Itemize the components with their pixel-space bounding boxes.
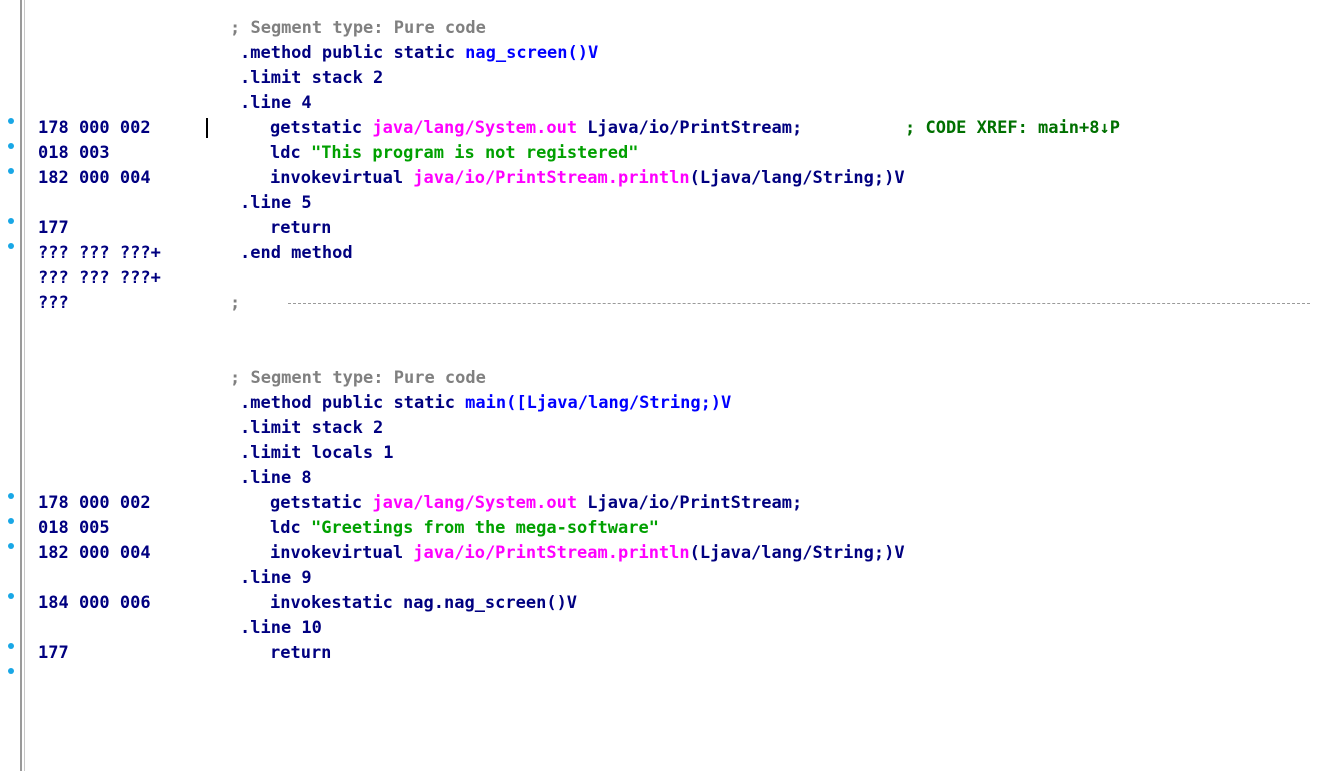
disassembly-listing[interactable]: ; Segment type: Pure code .method public… [0,0,1341,771]
mnemonic: return [270,218,332,238]
end-method-directive: .end method [240,243,353,263]
instruction: getstatic java/lang/System.out Ljava/io/… [270,491,802,516]
string-literal: "Greetings from the mega-software" [310,518,659,538]
opcode-bytes: 182 000 004 [38,168,151,188]
instruction-row[interactable]: 182 000 004 invokevirtual java/io/PrintS… [0,166,1341,191]
mnemonic: getstatic [270,118,373,138]
listing-line[interactable]: ??? ; [0,291,1341,316]
listing-line[interactable]: .line 10 [0,616,1341,641]
instruction-row[interactable]: 178 000 002 getstatic java/lang/System.o… [0,491,1341,516]
listing-line[interactable]: .line 9 [0,566,1341,591]
instruction-row[interactable]: 018 003 ldc "This program is not registe… [0,141,1341,166]
method-name[interactable]: nag_screen()V [465,43,598,63]
listing-line[interactable]: .line 4 [0,91,1341,116]
line-directive: .line 10 [240,618,322,638]
method-declaration: .method public static nag_screen()V [240,41,598,66]
limit-directive: .limit stack 2 [240,418,384,438]
line-directive: .line 9 [240,568,312,588]
instruction-row[interactable]: 184 000 006 invokestatic nag.nag_screen(… [0,591,1341,616]
breakpoint-marker-icon[interactable] [8,543,14,549]
segment-comment: ; Segment type: Pure code [230,18,486,38]
listing-line[interactable]: .limit stack 2 [0,66,1341,91]
breakpoint-marker-icon[interactable] [8,493,14,499]
method-modifiers: .method public static [240,43,466,63]
limit-directive: .limit locals 1 [240,443,394,463]
instruction: invokevirtual java/io/PrintStream.printl… [270,166,905,191]
listing-line[interactable]: ; Segment type: Pure code [0,366,1341,391]
breakpoint-marker-icon[interactable] [8,143,14,149]
breakpoint-marker-icon[interactable] [8,243,14,249]
type-descriptor: Ljava/io/PrintStream; [577,118,803,138]
listing-line[interactable]: ??? ??? ???+ [0,266,1341,291]
method-signature: (Ljava/lang/String;)V [689,543,905,563]
opcode-bytes: ??? ??? ???+ [38,268,161,288]
breakpoint-marker-icon[interactable] [8,218,14,224]
breakpoint-marker-icon[interactable] [8,643,14,649]
opcode-bytes: 177 [38,643,69,663]
string-literal: "This program is not registered" [310,143,639,163]
listing-line[interactable] [0,666,1341,691]
limit-directive: .limit stack 2 [240,68,384,88]
breakpoint-marker-icon[interactable] [8,118,14,124]
mnemonic: ldc [270,143,311,163]
mnemonic: ldc [270,518,311,538]
method-signature: (Ljava/lang/String;)V [689,168,905,188]
opcode-bytes: 178 000 002 [38,118,151,138]
instruction: getstatic java/lang/System.out Ljava/io/… [270,116,802,141]
mnemonic: invokevirtual [270,543,414,563]
type-descriptor: Ljava/io/PrintStream; [577,493,803,513]
method-declaration: .method public static main([Ljava/lang/S… [240,391,731,416]
opcode-bytes: 018 005 [38,518,110,538]
opcode-bytes: 018 003 [38,143,110,163]
breakpoint-marker-icon[interactable] [8,668,14,674]
instruction-row[interactable]: 018 005 ldc "Greetings from the mega-sof… [0,516,1341,541]
segment-separator [288,303,1310,304]
listing-line[interactable]: .line 8 [0,466,1341,491]
listing-line[interactable]: .limit locals 1 [0,441,1341,466]
instruction: ldc "Greetings from the mega-software" [270,516,659,541]
instruction-row[interactable]: 178 000 002 getstatic java/lang/System.o… [0,116,1341,141]
text-cursor [206,118,208,138]
listing-line[interactable]: .limit stack 2 [0,416,1341,441]
instruction-row[interactable]: 177 return [0,216,1341,241]
mnemonic: invokevirtual [270,168,414,188]
listing-line[interactable]: ; Segment type: Pure code [0,16,1341,41]
code-xref-comment[interactable]: ; CODE XREF: main+8↓P [905,116,1120,141]
method-reference[interactable]: java/io/PrintStream.println [413,543,689,563]
line-directive: .line 5 [240,193,312,213]
breakpoint-marker-icon[interactable] [8,518,14,524]
opcode-bytes: ??? ??? ???+ [38,243,161,263]
instruction: ldc "This program is not registered" [270,141,638,166]
opcode-bytes: 184 000 006 [38,593,151,613]
opcode-bytes: 178 000 002 [38,493,151,513]
instruction: invokevirtual java/io/PrintStream.printl… [270,541,905,566]
breakpoint-marker-icon[interactable] [8,593,14,599]
field-reference[interactable]: java/lang/System.out [372,118,577,138]
field-reference[interactable]: java/lang/System.out [372,493,577,513]
listing-line[interactable]: .method public static nag_screen()V [0,41,1341,66]
breakpoint-marker-icon[interactable] [8,168,14,174]
opcode-bytes: ??? [38,293,69,313]
instruction-row[interactable]: 182 000 004 invokevirtual java/io/PrintS… [0,541,1341,566]
listing-line[interactable]: .line 5 [0,191,1341,216]
instruction-row[interactable]: ??? ??? ???+ .end method [0,241,1341,266]
listing-line[interactable]: .method public static main([Ljava/lang/S… [0,391,1341,416]
method-reference[interactable]: java/io/PrintStream.println [413,168,689,188]
instruction-row[interactable]: 177 return [0,641,1341,666]
method-modifiers: .method public static [240,393,466,413]
mnemonic: getstatic [270,493,373,513]
separator-comment: ; [230,293,241,313]
opcode-bytes: 182 000 004 [38,543,151,563]
instruction[interactable]: invokestatic nag.nag_screen()V [270,591,577,616]
line-directive: .line 4 [240,93,312,113]
line-directive: .line 8 [240,468,312,488]
mnemonic: return [270,643,332,663]
method-name[interactable]: main([Ljava/lang/String;)V [465,393,731,413]
opcode-bytes: 177 [38,218,69,238]
segment-comment: ; Segment type: Pure code [230,368,486,388]
